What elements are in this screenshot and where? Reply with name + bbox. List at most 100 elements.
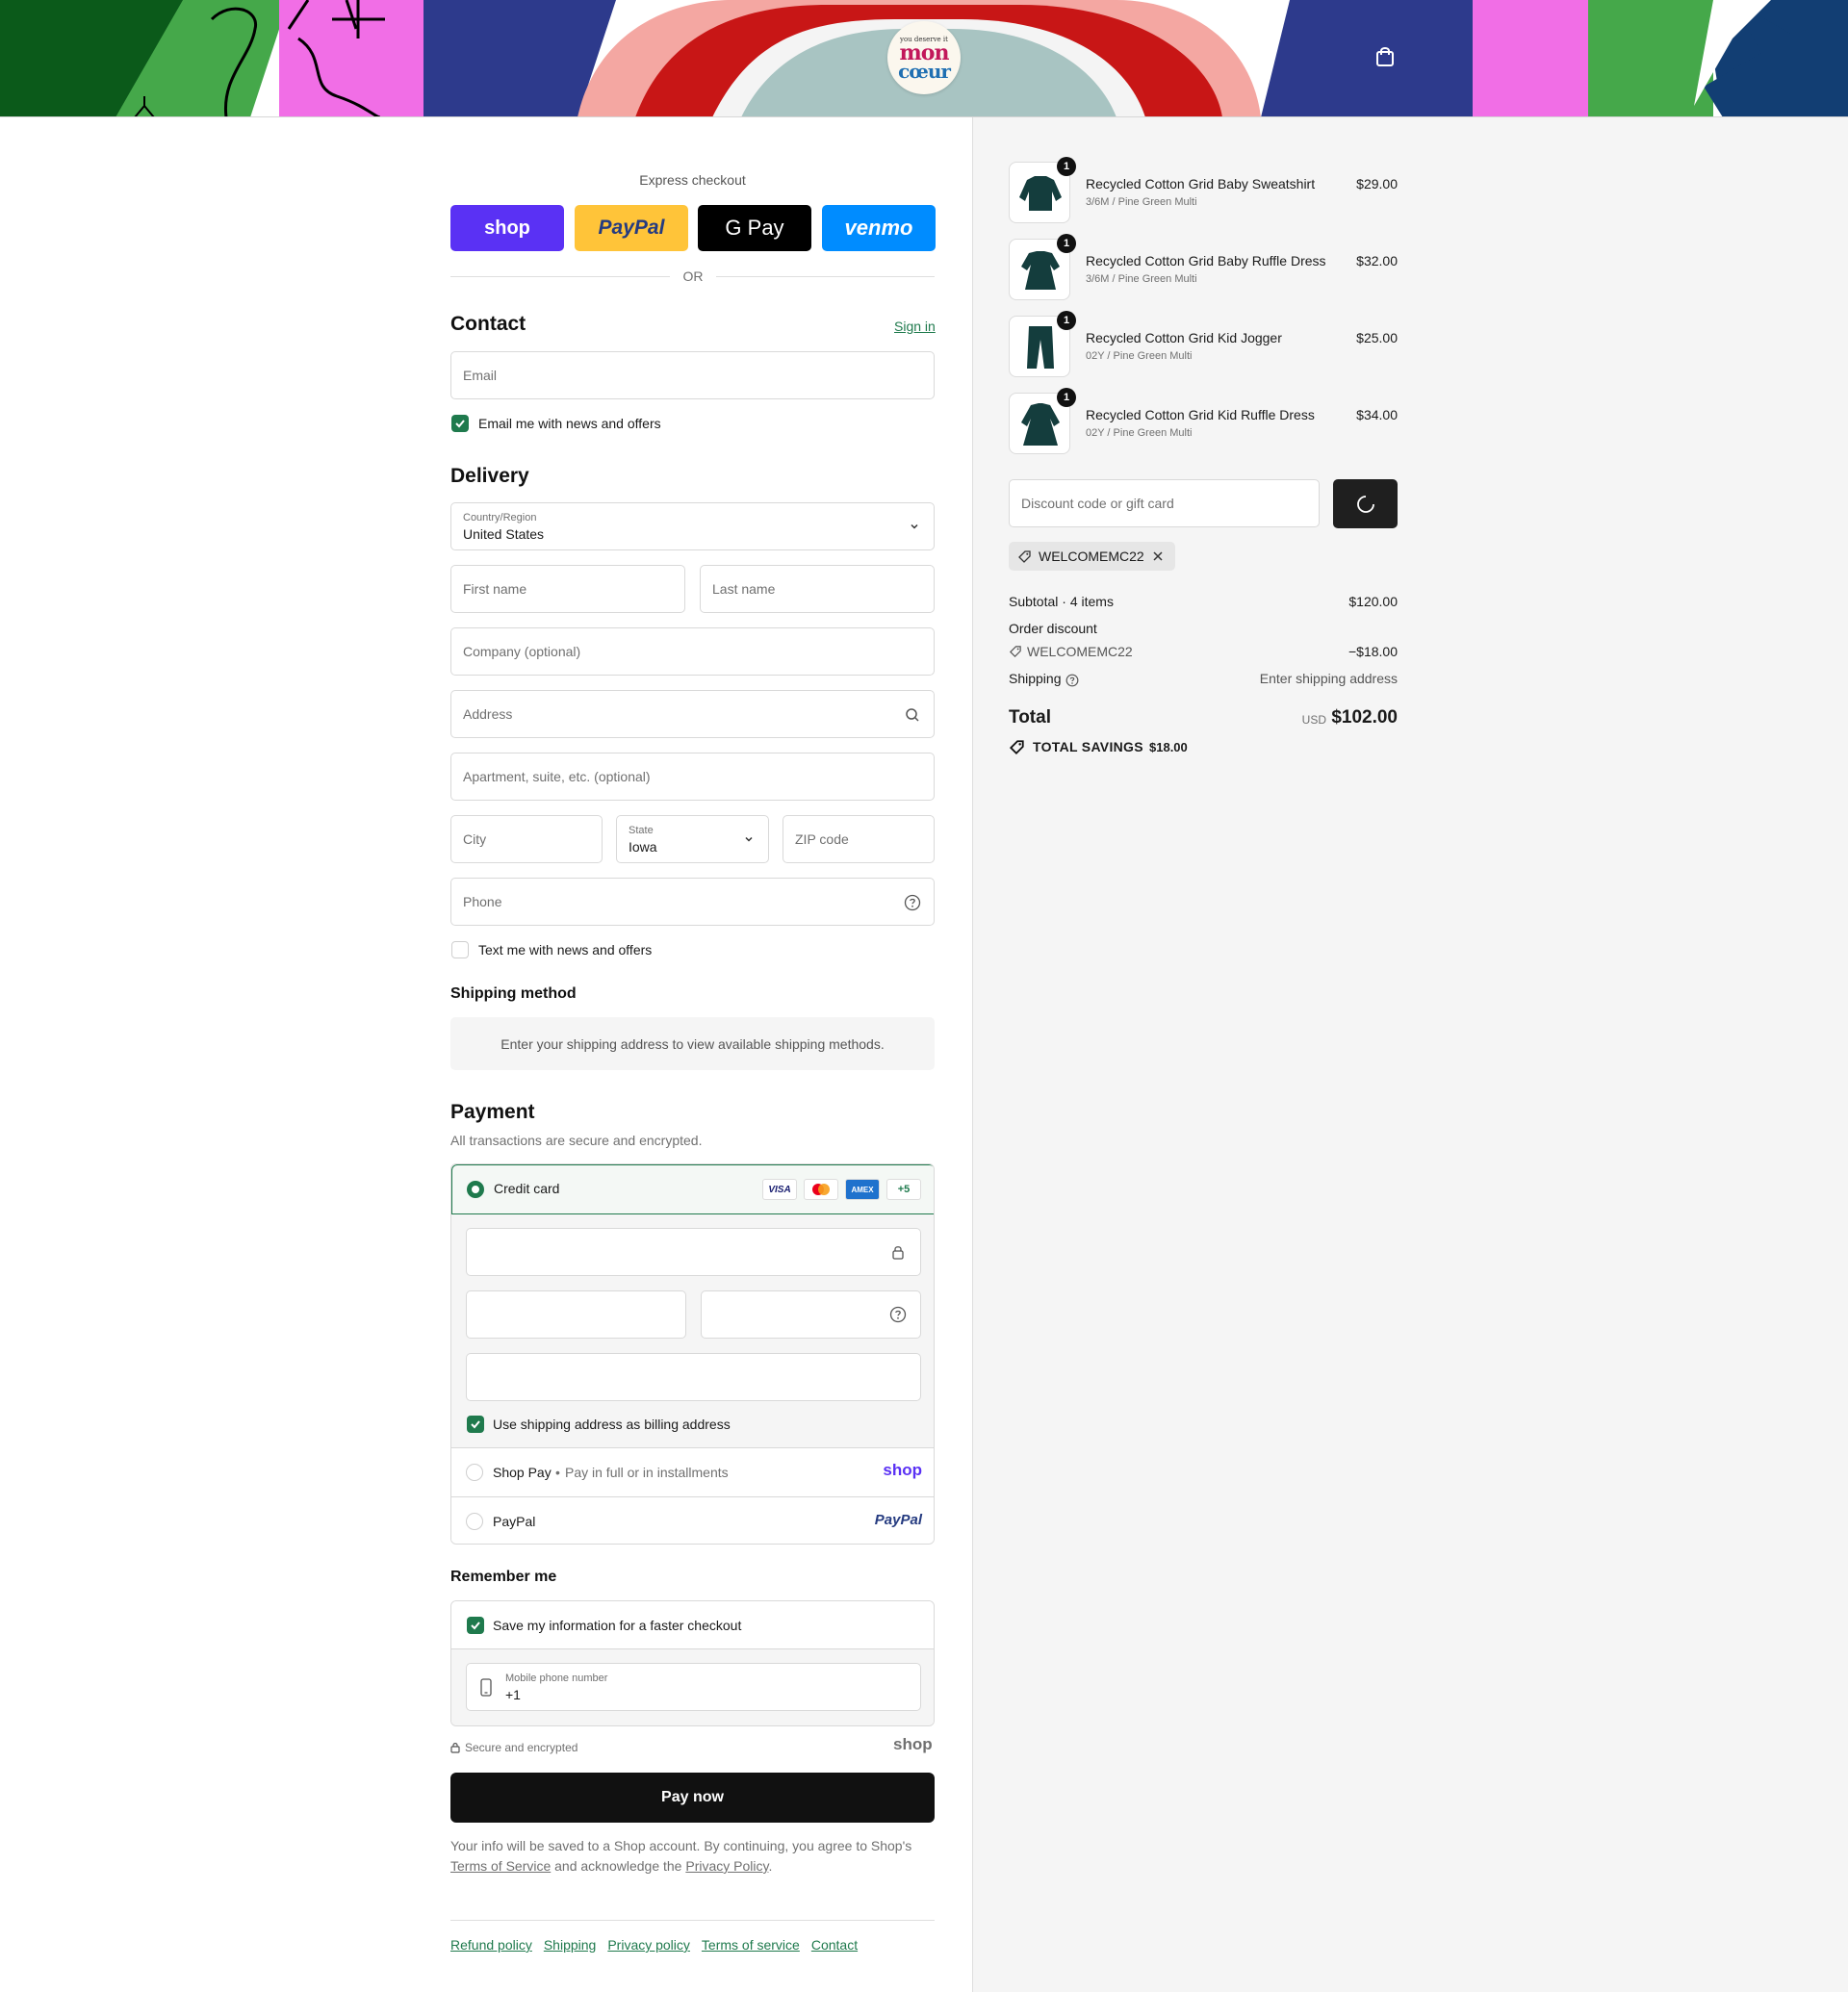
zip-placeholder: ZIP code bbox=[795, 831, 849, 847]
help-icon[interactable] bbox=[1065, 674, 1079, 687]
discount-code-field[interactable]: Discount code or gift card bbox=[1009, 479, 1320, 527]
country-select[interactable]: Country/Region United States bbox=[450, 502, 935, 550]
shop-pay-radio[interactable] bbox=[466, 1464, 483, 1481]
venmo-logo: venmo bbox=[844, 216, 913, 240]
mobile-phone-panel: Mobile phone number +1 bbox=[451, 1649, 934, 1725]
address-field[interactable]: Address bbox=[450, 690, 935, 738]
check-icon bbox=[471, 1420, 480, 1429]
save-info-checkbox[interactable] bbox=[467, 1617, 484, 1634]
item-variant: 3/6M / Pine Green Multi bbox=[1086, 196, 1197, 208]
remove-discount-icon[interactable] bbox=[1152, 550, 1164, 562]
last-name-field[interactable]: Last name bbox=[700, 565, 935, 613]
last-name-placeholder: Last name bbox=[712, 581, 776, 597]
item-variant: 02Y / Pine Green Multi bbox=[1086, 427, 1193, 439]
visa-icon: VISA bbox=[762, 1179, 797, 1200]
address-placeholder: Address bbox=[463, 706, 513, 722]
shipping-policy-link[interactable]: Shipping bbox=[544, 1937, 597, 1953]
save-info-row[interactable]: Save my information for a faster checkou… bbox=[451, 1601, 934, 1649]
text-offers-label: Text me with news and offers bbox=[478, 942, 653, 958]
apply-discount-button[interactable] bbox=[1333, 479, 1398, 528]
or-label: OR bbox=[682, 268, 704, 284]
pay-now-button[interactable]: Pay now bbox=[450, 1773, 935, 1823]
name-on-card-field[interactable] bbox=[466, 1353, 921, 1401]
mobile-phone-value: +1 bbox=[505, 1687, 521, 1702]
terms-of-service-footer-link[interactable]: Terms of service bbox=[702, 1937, 800, 1953]
phone-field[interactable]: Phone bbox=[450, 878, 935, 926]
footer-divider bbox=[450, 1920, 935, 1921]
company-field[interactable]: Company (optional) bbox=[450, 627, 935, 676]
state-select[interactable]: State Iowa bbox=[616, 815, 769, 863]
country-value: United States bbox=[463, 526, 545, 542]
legal-text: Your info will be saved to a Shop accoun… bbox=[450, 1836, 935, 1877]
shop-pay-express-button[interactable]: shop bbox=[450, 205, 564, 251]
shipping-method-message: Enter your shipping address to view avai… bbox=[450, 1017, 935, 1070]
subtotal-label: Subtotal · 4 items bbox=[1009, 594, 1114, 609]
legal-text-part2: and acknowledge the bbox=[554, 1858, 682, 1874]
cart-icon[interactable] bbox=[1374, 46, 1396, 67]
divider-left bbox=[450, 276, 670, 277]
privacy-policy-link[interactable]: Privacy Policy bbox=[685, 1858, 768, 1874]
help-icon[interactable] bbox=[889, 1306, 907, 1323]
discount-code-label: WELCOMEMC22 bbox=[1027, 644, 1133, 659]
venmo-express-button[interactable]: venmo bbox=[822, 205, 936, 251]
applied-discount-tag: WELCOMEMC22 bbox=[1009, 542, 1175, 571]
zip-field[interactable]: ZIP code bbox=[783, 815, 935, 863]
country-label: Country/Region bbox=[463, 512, 537, 524]
apartment-field[interactable]: Apartment, suite, etc. (optional) bbox=[450, 753, 935, 801]
item-variant: 02Y / Pine Green Multi bbox=[1086, 350, 1193, 362]
save-info-label: Save my information for a faster checkou… bbox=[493, 1618, 742, 1633]
item-name: Recycled Cotton Grid Kid Jogger bbox=[1086, 330, 1282, 345]
item-variant: 3/6M / Pine Green Multi bbox=[1086, 273, 1197, 285]
google-pay-express-button[interactable]: G Pay bbox=[698, 205, 811, 251]
quantity-badge: 1 bbox=[1057, 311, 1076, 330]
legal-text-part1: Your info will be saved to a Shop accoun… bbox=[450, 1838, 912, 1853]
city-field[interactable]: City bbox=[450, 815, 603, 863]
payment-heading: Payment bbox=[450, 1101, 535, 1123]
chevron-down-icon bbox=[745, 836, 753, 842]
help-icon[interactable] bbox=[904, 894, 921, 911]
email-placeholder: Email bbox=[463, 368, 498, 383]
text-offers-checkbox[interactable] bbox=[451, 941, 469, 958]
first-name-field[interactable]: First name bbox=[450, 565, 685, 613]
search-icon bbox=[906, 708, 919, 722]
refund-policy-link[interactable]: Refund policy bbox=[450, 1937, 532, 1953]
paypal-express-button[interactable]: PayPal bbox=[575, 205, 688, 251]
credit-card-radio[interactable] bbox=[467, 1181, 484, 1198]
check-icon bbox=[471, 1622, 480, 1630]
more-cards-badge: +5 bbox=[886, 1179, 921, 1200]
billing-address-label: Use shipping address as billing address bbox=[493, 1417, 731, 1432]
privacy-policy-footer-link[interactable]: Privacy policy bbox=[607, 1937, 690, 1953]
sign-in-link[interactable]: Sign in bbox=[894, 319, 936, 334]
contact-link[interactable]: Contact bbox=[811, 1937, 858, 1953]
divider-right bbox=[716, 276, 935, 277]
payment-methods: Credit card VISA AMEX +5 Use shipping ad… bbox=[450, 1163, 935, 1545]
billing-address-checkbox[interactable] bbox=[467, 1416, 484, 1433]
spinner-icon bbox=[1357, 496, 1374, 513]
shop-pay-option[interactable]: Shop Pay • Pay in full or in installment… bbox=[451, 1447, 934, 1496]
terms-of-service-link[interactable]: Terms of Service bbox=[450, 1858, 551, 1874]
card-number-field[interactable] bbox=[466, 1228, 921, 1276]
paypal-label: PayPal bbox=[493, 1514, 536, 1529]
item-price: $25.00 bbox=[1356, 330, 1398, 345]
check-icon bbox=[455, 420, 465, 428]
lock-icon bbox=[892, 1246, 904, 1260]
expiration-field[interactable] bbox=[466, 1290, 686, 1339]
discount-value: −$18.00 bbox=[1348, 644, 1398, 659]
paypal-radio[interactable] bbox=[466, 1513, 483, 1530]
mobile-phone-icon bbox=[480, 1678, 492, 1697]
logo-line2: cœur bbox=[898, 60, 951, 83]
paypal-option[interactable]: PayPal PayPal bbox=[451, 1496, 934, 1544]
item-price: $34.00 bbox=[1356, 407, 1398, 422]
shop-pay-dot: • bbox=[555, 1465, 560, 1480]
total-value: $102.00 bbox=[1331, 707, 1398, 728]
mobile-phone-field[interactable]: Mobile phone number +1 bbox=[466, 1663, 921, 1711]
store-logo[interactable]: you deserve it mon cœur bbox=[887, 21, 961, 94]
email-offers-checkbox[interactable] bbox=[451, 415, 469, 432]
email-field[interactable]: Email bbox=[450, 351, 935, 399]
order-discount-label: Order discount bbox=[1009, 621, 1097, 636]
email-offers-label: Email me with news and offers bbox=[478, 416, 661, 431]
card-fields-panel: Use shipping address as billing address bbox=[451, 1214, 934, 1447]
credit-card-option[interactable]: Credit card VISA AMEX +5 bbox=[451, 1164, 934, 1214]
discount-code-placeholder: Discount code or gift card bbox=[1021, 496, 1174, 511]
security-code-field[interactable] bbox=[701, 1290, 921, 1339]
